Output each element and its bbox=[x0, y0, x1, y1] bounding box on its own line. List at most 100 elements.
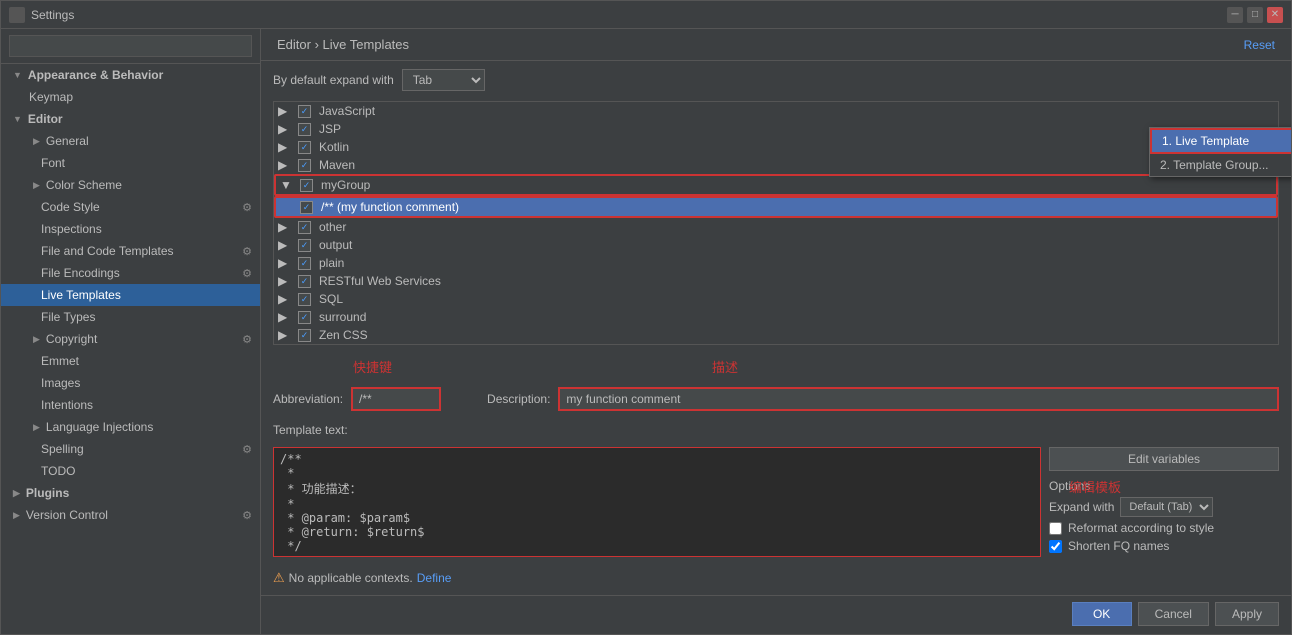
sidebar-item-editor[interactable]: ▼ Editor bbox=[1, 108, 260, 130]
sidebar-item-live-templates[interactable]: Live Templates bbox=[1, 284, 260, 306]
expand-with-select[interactable]: Default (Tab) Tab Enter Space bbox=[1120, 497, 1213, 517]
edit-template-annotation: 编辑模板 bbox=[1069, 477, 1121, 496]
tree-item-label: plain bbox=[319, 256, 344, 270]
sidebar-item-color-scheme[interactable]: ▶ Color Scheme bbox=[1, 174, 260, 196]
maximize-button[interactable]: □ bbox=[1247, 7, 1263, 23]
sidebar-item-todo[interactable]: TODO bbox=[1, 460, 260, 482]
settings-icon: ⚙ bbox=[242, 443, 252, 456]
sidebar-item-images[interactable]: Images bbox=[1, 372, 260, 394]
breadcrumb-live-templates: Live Templates bbox=[323, 37, 409, 52]
sidebar-item-emmet[interactable]: Emmet bbox=[1, 350, 260, 372]
shorten-eq-checkbox[interactable] bbox=[1049, 540, 1062, 553]
sidebar-item-file-code-templates[interactable]: File and Code Templates ⚙ bbox=[1, 240, 260, 262]
tree-item-plain[interactable]: ▶ ✓ plain bbox=[274, 254, 1278, 272]
expand-arrow-icon: ▶ bbox=[278, 292, 294, 306]
abbreviation-label: Abbreviation: bbox=[273, 392, 343, 406]
tree-item-label: SQL bbox=[319, 292, 343, 306]
expand-default-select[interactable]: Tab Enter Space bbox=[402, 69, 485, 91]
edit-variables-button[interactable]: Edit variables bbox=[1049, 447, 1279, 471]
sidebar-item-label: Editor bbox=[28, 112, 63, 126]
checkbox-myGroup[interactable]: ✓ bbox=[300, 179, 313, 192]
sidebar-item-label: Emmet bbox=[41, 354, 79, 368]
define-link[interactable]: Define bbox=[417, 571, 452, 585]
tree-item-maven[interactable]: ▶ ✓ Maven bbox=[274, 156, 1278, 174]
expand-arrow-icon: ▶ bbox=[278, 104, 294, 118]
checkbox-restful[interactable]: ✓ bbox=[298, 275, 311, 288]
checkbox-javascript[interactable]: ✓ bbox=[298, 105, 311, 118]
template-area-container: /** * * 功能描述： * * @param: $param$ * @ret… bbox=[273, 447, 1041, 560]
sidebar-item-spelling[interactable]: Spelling ⚙ bbox=[1, 438, 260, 460]
sidebar-item-plugins[interactable]: ▶ Plugins bbox=[1, 482, 260, 504]
abbreviation-input[interactable] bbox=[351, 387, 441, 411]
tree-item-myfunction[interactable]: ✓ /** (my function comment) bbox=[274, 196, 1278, 218]
settings-icon bbox=[9, 7, 25, 23]
tree-item-label: surround bbox=[319, 310, 366, 324]
sidebar-item-copyright[interactable]: ▶ Copyright ⚙ bbox=[1, 328, 260, 350]
sidebar-item-label: Font bbox=[41, 156, 65, 170]
reset-link[interactable]: Reset bbox=[1244, 38, 1275, 52]
search-input[interactable] bbox=[9, 35, 252, 57]
reformat-checkbox[interactable] bbox=[1049, 522, 1062, 535]
search-box bbox=[1, 29, 260, 64]
expand-arrow-icon: ▼ bbox=[13, 114, 22, 124]
tree-item-kotlin[interactable]: ▶ ✓ Kotlin bbox=[274, 138, 1278, 156]
breadcrumb-editor: Editor bbox=[277, 37, 311, 52]
sidebar-item-label: Images bbox=[41, 376, 80, 390]
checkbox-jsp[interactable]: ✓ bbox=[298, 123, 311, 136]
checkbox-myfunction[interactable]: ✓ bbox=[300, 201, 313, 214]
sidebar-item-label: Copyright bbox=[46, 332, 97, 346]
sidebar-item-keymap[interactable]: Keymap bbox=[1, 86, 260, 108]
tree-item-output[interactable]: ▶ ✓ output bbox=[274, 236, 1278, 254]
cancel-button[interactable]: Cancel bbox=[1138, 602, 1209, 626]
expand-default-label: By default expand with bbox=[273, 73, 394, 87]
apply-button[interactable]: Apply bbox=[1215, 602, 1279, 626]
checkbox-output[interactable]: ✓ bbox=[298, 239, 311, 252]
expand-arrow-icon: ▶ bbox=[33, 422, 40, 433]
tree-item-other[interactable]: ▶ ✓ other bbox=[274, 218, 1278, 236]
abbr-desc-row: Abbreviation: Description: bbox=[273, 387, 1279, 411]
checkbox-sql[interactable]: ✓ bbox=[298, 293, 311, 306]
checkbox-maven[interactable]: ✓ bbox=[298, 159, 311, 172]
sidebar-item-label: Inspections bbox=[41, 222, 102, 236]
sidebar-item-code-style[interactable]: Code Style ⚙ bbox=[1, 196, 260, 218]
sidebar-item-label: File and Code Templates bbox=[41, 244, 174, 258]
tree-item-javascript[interactable]: ▶ ✓ JavaScript bbox=[274, 102, 1278, 120]
sidebar-item-version-control[interactable]: ▶ Version Control ⚙ bbox=[1, 504, 260, 526]
checkbox-plain[interactable]: ✓ bbox=[298, 257, 311, 270]
sidebar-item-file-encodings[interactable]: File Encodings ⚙ bbox=[1, 262, 260, 284]
tree-item-myGroup[interactable]: ▼ ✓ myGroup bbox=[274, 174, 1278, 196]
sidebar-item-label: Keymap bbox=[29, 90, 73, 104]
checkbox-surround[interactable]: ✓ bbox=[298, 311, 311, 324]
ok-button[interactable]: OK bbox=[1072, 602, 1132, 626]
tree-item-label: output bbox=[319, 238, 352, 252]
sidebar-item-general[interactable]: ▶ General bbox=[1, 130, 260, 152]
live-template-option[interactable]: 1. Live Template bbox=[1150, 128, 1291, 154]
sidebar-item-label: Appearance & Behavior bbox=[28, 68, 163, 82]
tree-item-restful[interactable]: ▶ ✓ RESTful Web Services bbox=[274, 272, 1278, 290]
sidebar-item-inspections[interactable]: Inspections bbox=[1, 218, 260, 240]
tree-item-label: Kotlin bbox=[319, 140, 349, 154]
sidebar-item-appearance[interactable]: ▼ Appearance & Behavior bbox=[1, 64, 260, 86]
checkbox-other[interactable]: ✓ bbox=[298, 221, 311, 234]
tree-item-jsp[interactable]: ▶ ✓ JSP bbox=[274, 120, 1278, 138]
sidebar-item-label: Version Control bbox=[26, 508, 108, 522]
tree-item-label: Zen CSS bbox=[319, 328, 368, 342]
expand-arrow-icon: ▶ bbox=[278, 238, 294, 252]
tree-item-zencss[interactable]: ▶ ✓ Zen CSS bbox=[274, 326, 1278, 344]
expand-arrow-icon: ▶ bbox=[33, 136, 40, 147]
description-input[interactable] bbox=[558, 387, 1279, 411]
tree-item-surround[interactable]: ▶ ✓ surround bbox=[274, 308, 1278, 326]
sidebar-item-language-injections[interactable]: ▶ Language Injections bbox=[1, 416, 260, 438]
checkbox-kotlin[interactable]: ✓ bbox=[298, 141, 311, 154]
close-button[interactable]: ✕ bbox=[1267, 7, 1283, 23]
expand-with-label: Expand with bbox=[1049, 500, 1114, 514]
expand-arrow-icon: ▶ bbox=[33, 180, 40, 191]
minimize-button[interactable]: ─ bbox=[1227, 7, 1243, 23]
tree-item-sql[interactable]: ▶ ✓ SQL bbox=[274, 290, 1278, 308]
sidebar-item-file-types[interactable]: File Types bbox=[1, 306, 260, 328]
checkbox-zencss[interactable]: ✓ bbox=[298, 329, 311, 342]
template-group-option[interactable]: 2. Template Group... bbox=[1150, 154, 1291, 176]
sidebar-item-font[interactable]: Font bbox=[1, 152, 260, 174]
template-textarea[interactable]: /** * * 功能描述： * * @param: $param$ * @ret… bbox=[273, 447, 1041, 557]
sidebar-item-intentions[interactable]: Intentions bbox=[1, 394, 260, 416]
